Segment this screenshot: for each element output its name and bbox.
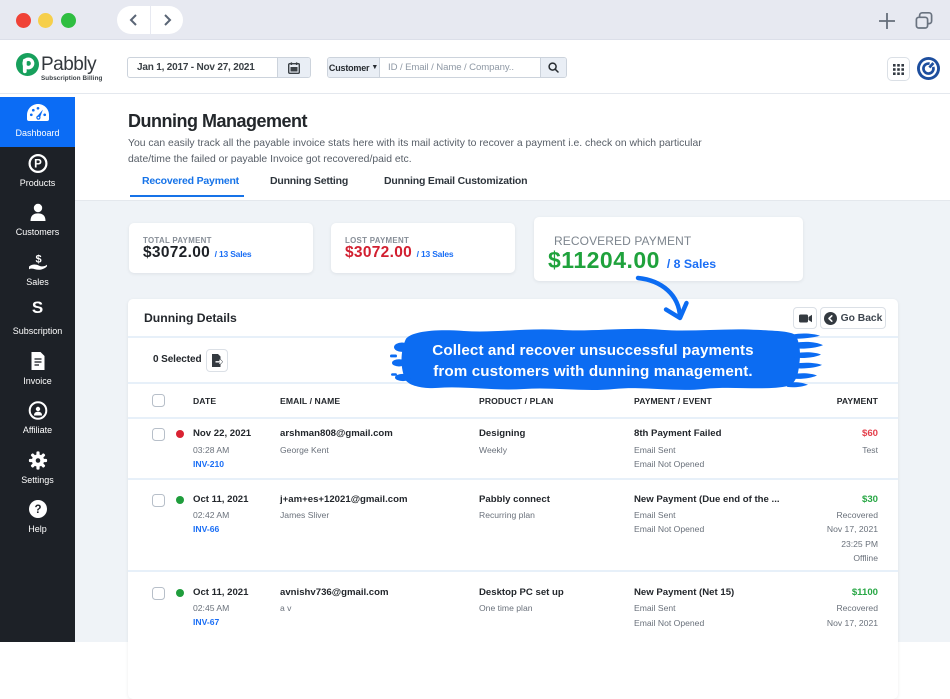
svg-text:?: ? xyxy=(34,504,41,516)
svg-text:$: $ xyxy=(35,253,41,265)
svg-text:P: P xyxy=(34,158,42,170)
